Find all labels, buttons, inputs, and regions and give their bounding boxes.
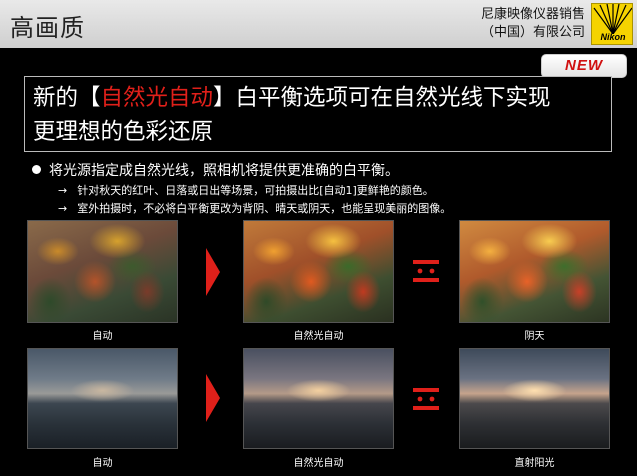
logo-text: Nikon (600, 32, 626, 42)
headline-post: 】白平衡选项可在自然光线下实现 (213, 85, 551, 111)
arrow-triangle-icon (206, 248, 220, 296)
bullet-dot-icon (32, 165, 41, 174)
photo-autumn-natural (243, 220, 394, 323)
sub-bullet-2-text: 室外拍摄时，不必将白平衡更改为背阴、晴天或阴天，也能呈现美丽的图像。 (77, 202, 452, 215)
sub-bullet-1: → 针对秋天的红叶、日落或日出等场景，可拍摄出比[自动1]更鲜艳的颜色。 (58, 182, 434, 198)
photo-autumn-auto (27, 220, 178, 323)
photo-sunset-natural (243, 348, 394, 449)
caption-autumn-natural: 自然光自动 (293, 331, 344, 342)
caption-autumn-cloudy: 阴天 (524, 331, 545, 342)
approx-equal-icon (413, 388, 439, 410)
arrow-right-icon: → (58, 202, 68, 215)
logo-rays-icon (593, 4, 632, 34)
caption-sunset-sunny: 直射阳光 (514, 458, 555, 469)
headline-box: 新的【自然光自动】白平衡选项可在自然光线下实现 更理想的色彩还原 (24, 76, 612, 152)
headline-line-2: 更理想的色彩还原 (33, 119, 214, 145)
caption-autumn-auto: 自动 (92, 331, 113, 342)
photo-autumn-cloudy (459, 220, 610, 323)
company-line-2: （中国）有限公司 (480, 25, 585, 40)
photo-sunset-auto (27, 348, 178, 449)
company-name: 尼康映像仪器销售 （中国）有限公司 (481, 6, 585, 42)
headline-highlight: 自然光自动 (100, 85, 214, 111)
main-bullet-text: 将光源指定成自然光线，照相机将提供更准确的白平衡。 (49, 163, 399, 179)
arrow-right-icon: → (58, 184, 68, 197)
caption-sunset-natural: 自然光自动 (293, 458, 344, 469)
sub-bullet-1-text: 针对秋天的红叶、日落或日出等场景，可拍摄出比[自动1]更鲜艳的颜色。 (77, 184, 434, 197)
sub-bullet-2: → 室外拍摄时，不必将白平衡更改为背阴、晴天或阴天，也能呈现美丽的图像。 (58, 200, 451, 216)
caption-sunset-auto: 自动 (92, 458, 113, 469)
nikon-logo: Nikon (591, 3, 633, 45)
page-title: 高画质 (10, 14, 85, 42)
headline-pre: 新的【 (33, 85, 101, 111)
arrow-triangle-icon (206, 374, 220, 422)
new-badge: NEW (541, 54, 627, 78)
main-bullet: 将光源指定成自然光线，照相机将提供更准确的白平衡。 (32, 160, 399, 180)
headline-line-1: 新的【自然光自动】白平衡选项可在自然光线下实现 (33, 81, 603, 115)
company-line-1: 尼康映像仪器销售 (480, 7, 585, 22)
photo-sunset-sunny (459, 348, 610, 449)
approx-equal-icon (413, 260, 439, 282)
header-bar: 高画质 尼康映像仪器销售 （中国）有限公司 Nikon (0, 0, 637, 48)
